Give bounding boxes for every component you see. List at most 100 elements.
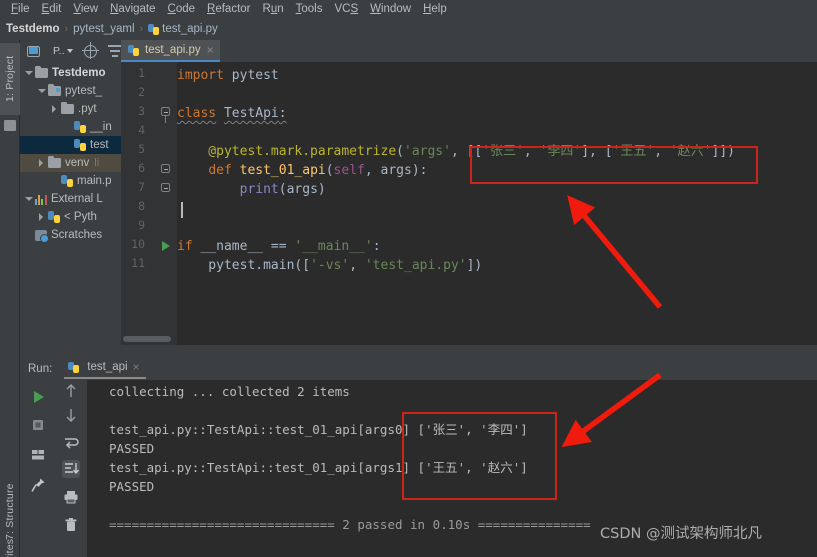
watermark: CSDN @测试架构师北凡 (600, 526, 762, 542)
menu-item-tools[interactable]: Tools (290, 0, 329, 18)
python-file-icon (74, 121, 86, 133)
menu-item-view[interactable]: View (67, 0, 104, 18)
run-label: Run: (28, 363, 53, 375)
breadcrumb-folder[interactable]: pytest_yaml (73, 23, 134, 35)
layout-icon[interactable] (29, 446, 47, 464)
menu-item-vcs[interactable]: VCS (328, 0, 364, 18)
scroll-down-icon[interactable] (62, 406, 80, 424)
line-number: 7 (138, 180, 145, 194)
python-file-icon (68, 361, 79, 373)
tree-item-label: Testdemo (52, 67, 106, 79)
run-tab-test-api[interactable]: test_api × (64, 359, 146, 379)
python-file-icon (128, 44, 139, 56)
rerun-icon[interactable] (29, 388, 47, 406)
folder-icon (61, 101, 74, 114)
code-line: print(args) (239, 182, 326, 197)
chevron-right-icon[interactable] (37, 159, 46, 168)
chevron-right-icon[interactable] (50, 105, 59, 114)
editor-gutter[interactable]: 1 2 3 4 5 6 7 8 9 10 11 (121, 62, 177, 345)
menu-item-code[interactable]: Code (162, 0, 202, 18)
left-tool-strip: 1: Project 7: Structure 2: Favorites (0, 40, 20, 557)
code-line: def test_01_api(self, args): (208, 163, 428, 178)
tree-item-label: test (90, 139, 109, 151)
sidebar-tab-favorites[interactable]: 2: Favorites (0, 539, 20, 557)
print-icon[interactable] (62, 488, 80, 506)
code-line: import pytest (177, 68, 279, 83)
menu-item-file[interactable]: File (5, 0, 36, 18)
console-line: ============================== 2 passed … (109, 517, 591, 532)
line-number: 1 (138, 66, 145, 80)
editor-tab-bar: test_api.py × (121, 40, 817, 62)
tree-item-label: External L (51, 193, 103, 205)
editor-horizontal-scrollbar[interactable] (123, 336, 171, 342)
code-fold-toggle[interactable] (161, 183, 172, 194)
console-line: test_api.py::TestApi::test_01_api[args0]… (109, 422, 528, 437)
editor-area: test_api.py × 1 2 3 4 5 6 7 8 9 10 11 import pytes… (121, 40, 817, 345)
folder-icon (35, 65, 48, 78)
target-icon[interactable] (81, 42, 99, 59)
line-number: 5 (138, 142, 145, 156)
editor-tab-label: test_api.py (145, 44, 201, 56)
console-line: collecting ... collected 2 items (109, 384, 350, 399)
scroll-up-icon[interactable] (62, 382, 80, 400)
project-view-icon (27, 45, 40, 57)
code-content[interactable]: import pytest class TestApi: @pytest.mark… (177, 62, 817, 345)
tree-item-label: Scratches (51, 229, 103, 241)
breadcrumb-separator: › (64, 23, 69, 35)
menu-item-run[interactable]: Run (257, 0, 290, 18)
code-fold-toggle[interactable] (161, 164, 172, 175)
breadcrumb-file[interactable]: test_api.py (162, 23, 218, 35)
project-view-label: P.. (53, 45, 65, 57)
menu-bar: File Edit View Navigate Code Refactor Run Tools… (0, 0, 817, 18)
line-number: 8 (138, 199, 145, 213)
editor-tab-test-api[interactable]: test_api.py × (121, 40, 220, 62)
stop-icon[interactable] (29, 416, 47, 434)
project-view-selector[interactable] (27, 44, 41, 58)
scroll-to-end-icon[interactable] (62, 460, 80, 478)
sidebar-tab-project[interactable]: 1: Project (0, 43, 20, 115)
console-line: PASSED (109, 441, 155, 456)
close-icon[interactable]: × (133, 360, 140, 374)
python-file-icon (61, 175, 73, 187)
chevron-down-icon[interactable] (24, 195, 33, 204)
tree-item-label: main.p (77, 175, 112, 187)
menu-item-edit[interactable]: Edit (36, 0, 68, 18)
menu-item-navigate[interactable]: Navigate (104, 0, 161, 18)
python-file-icon (74, 139, 86, 151)
tree-item-label: __in (90, 121, 112, 133)
soft-wrap-icon[interactable] (62, 434, 80, 452)
tree-item-label: < Pyth (64, 211, 97, 223)
sidebar-tab-structure-label: 7: Structure (4, 483, 16, 541)
console-line: test_api.py::TestApi::test_01_api[args1]… (109, 460, 528, 475)
trash-icon[interactable] (62, 516, 80, 534)
close-icon[interactable]: × (207, 44, 214, 56)
breadcrumb: Testdemo › pytest_yaml › test_api.py (0, 18, 817, 40)
pycharm-window: File Edit View Navigate Code Refactor Run Tools… (0, 0, 817, 557)
code-line: @pytest.mark.parametrize('args', [['张三',… (177, 144, 735, 159)
tree-item-hint: li (94, 157, 100, 169)
run-toolbar-secondary (57, 380, 87, 557)
run-header: Run: test_api × (20, 358, 817, 380)
sidebar-tab-favorites-label: 2: Favorites (4, 539, 16, 557)
line-number: 6 (138, 161, 145, 175)
menu-item-help[interactable]: Help (417, 0, 453, 18)
breadcrumb-project[interactable]: Testdemo (6, 23, 59, 35)
chevron-down-icon[interactable] (24, 69, 33, 78)
menu-item-refactor[interactable]: Refactor (201, 0, 256, 18)
code-fold-toggle[interactable] (161, 107, 172, 123)
chevron-down-icon[interactable] (67, 49, 74, 53)
run-toolbar-left (20, 380, 57, 557)
pin-icon[interactable] (29, 476, 47, 494)
parametrize-data: [['张三', '李四'], ['王五', '赵六']]) (466, 144, 735, 159)
chevron-down-icon[interactable] (37, 87, 46, 96)
run-gutter-icon[interactable] (162, 241, 170, 251)
sidebar-tab-project-label: 1: Project (4, 55, 16, 103)
menu-item-window[interactable]: Window (364, 0, 417, 18)
line-number: 2 (138, 85, 145, 99)
tree-item-label: pytest_ (65, 85, 103, 97)
line-number: 10 (131, 237, 145, 251)
chevron-right-icon[interactable] (37, 213, 46, 222)
